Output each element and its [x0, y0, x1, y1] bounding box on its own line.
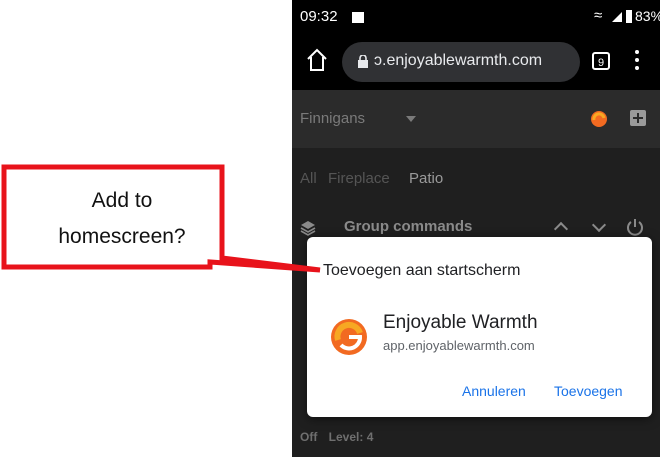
more-menu-icon[interactable] [634, 50, 640, 74]
lock-icon [358, 55, 368, 68]
image-notification-icon [352, 12, 364, 23]
signal-icon [612, 12, 622, 22]
add-device-icon[interactable] [630, 110, 646, 126]
battery-percent: 83% [635, 8, 660, 24]
filter-tabs: All Fireplace Patio [292, 160, 660, 200]
device-state: Off [300, 430, 318, 444]
callout-line2: homescreen? [58, 225, 186, 248]
dialog-title: Toevoegen aan startscherm [323, 262, 521, 279]
status-time: 09:32 [300, 8, 338, 25]
tab-patio[interactable]: Patio [409, 170, 443, 187]
callout-text: Add to homescreen? [32, 183, 212, 255]
device-status: Off Level: 4 [300, 430, 381, 444]
home-icon[interactable] [306, 48, 328, 72]
address-bar[interactable]: ɔ.enjoyablewarmth.com [342, 42, 580, 82]
layers-icon [300, 221, 316, 236]
location-selector[interactable]: Finnigans [300, 110, 365, 127]
caret-down-icon[interactable] [406, 116, 416, 122]
url-text: ɔ.enjoyablewarmth.com [374, 52, 543, 69]
wifi-icon: ≈ [594, 7, 603, 24]
cancel-button[interactable]: Annuleren [462, 383, 526, 399]
browser-toolbar: ɔ.enjoyablewarmth.com 9 [292, 34, 660, 90]
app-name: Enjoyable Warmth [383, 312, 538, 333]
tab-all[interactable]: All [300, 170, 317, 187]
power-icon[interactable] [626, 218, 644, 236]
status-bar: 09:32 ≈ 83% [292, 0, 660, 34]
brand-logo-icon [591, 111, 607, 127]
app-logo-icon [331, 319, 367, 355]
site-header: Finnigans [292, 90, 660, 148]
add-to-homescreen-dialog: Toevoegen aan startscherm Enjoyable Warm… [307, 237, 652, 417]
chevron-up-icon[interactable] [553, 221, 569, 237]
callout-line1: Add to [91, 189, 153, 212]
tab-switcher-button[interactable]: 9 [592, 52, 610, 70]
group-commands-label: Group commands [344, 218, 473, 235]
device-level: Level: 4 [328, 430, 374, 444]
tab-fireplace[interactable]: Fireplace [328, 170, 390, 187]
chevron-down-icon[interactable] [591, 217, 607, 233]
app-url: app.enjoyablewarmth.com [383, 338, 535, 353]
battery-icon [626, 10, 632, 23]
add-button[interactable]: Toevoegen [554, 383, 623, 399]
